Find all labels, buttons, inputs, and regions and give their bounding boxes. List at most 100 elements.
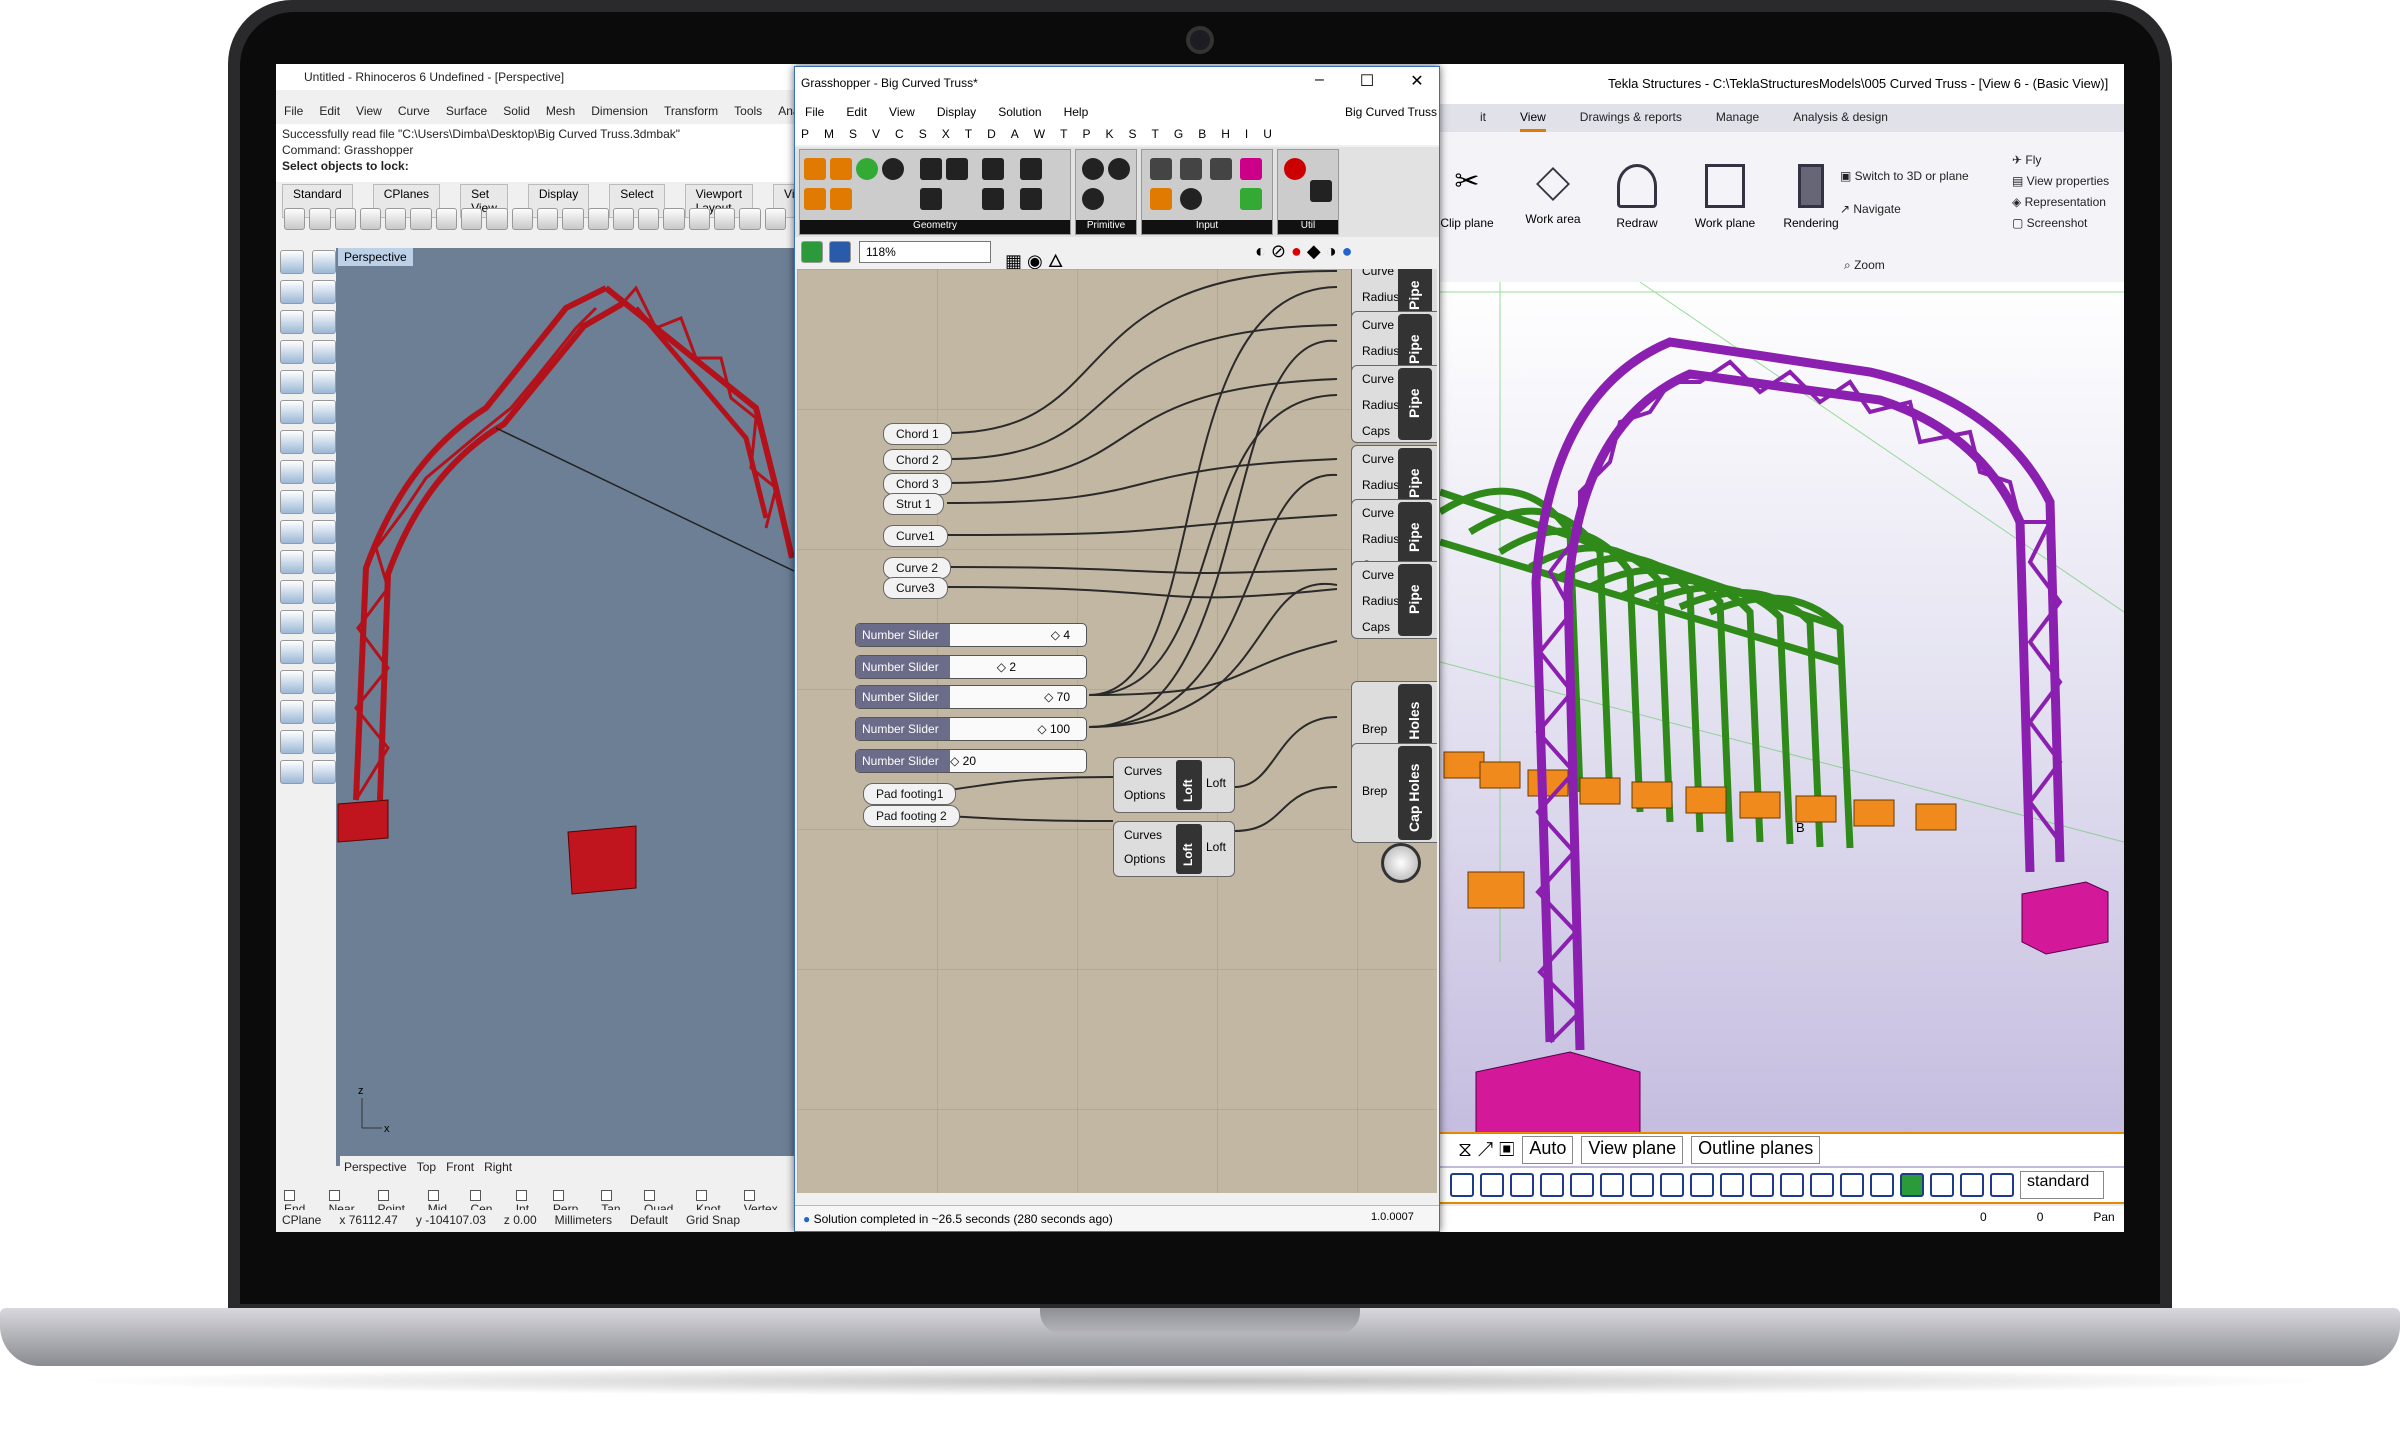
component-icon[interactable] <box>920 158 942 180</box>
sidebar-tool-icon[interactable] <box>312 490 336 514</box>
component-icon[interactable] <box>1284 158 1306 180</box>
checkbox[interactable] <box>696 1190 707 1201</box>
gh-category-1[interactable]: M <box>824 127 834 141</box>
toolbar-tool-icon[interactable] <box>714 208 736 230</box>
component-icon[interactable] <box>1310 180 1332 202</box>
component-icon[interactable] <box>1082 158 1104 180</box>
status-units[interactable]: Millimeters <box>555 1213 612 1229</box>
component-icon[interactable] <box>856 158 878 180</box>
gh-category-14[interactable]: S <box>1128 127 1136 141</box>
snap-icon-4[interactable] <box>1540 1173 1564 1197</box>
osnap-2[interactable]: Point <box>377 1188 416 1216</box>
checkbox[interactable] <box>328 1190 340 1201</box>
param-curve3[interactable]: Curve3 <box>883 577 948 599</box>
component-icon[interactable] <box>982 158 1004 180</box>
toolbar-tool-icon[interactable] <box>486 208 508 230</box>
gh-menu-3[interactable]: Display <box>937 105 976 119</box>
sidebar-tool-icon[interactable] <box>280 430 304 454</box>
gh-category-6[interactable]: X <box>942 127 950 141</box>
component-icon[interactable] <box>1180 158 1202 180</box>
snap-icon-2[interactable] <box>1480 1173 1504 1197</box>
cap-holes-component-2[interactable]: Brep Cap Holes <box>1351 743 1437 843</box>
param-chord-3[interactable]: Chord 3 <box>883 473 952 495</box>
auto-dropdown[interactable]: Auto <box>1522 1136 1574 1164</box>
sidebar-tool-icon[interactable] <box>280 490 304 514</box>
zoom-button[interactable]: ⌕ Zoom <box>1844 258 1885 273</box>
checkbox[interactable] <box>743 1190 755 1201</box>
osnap-7[interactable]: Tan <box>601 1188 632 1216</box>
snap-icon-9[interactable] <box>1690 1173 1714 1197</box>
snap-icon-13[interactable] <box>1810 1173 1834 1197</box>
checkbox[interactable] <box>377 1190 389 1201</box>
sidebar-tool-icon[interactable] <box>280 340 304 364</box>
toolbar-tool-icon[interactable] <box>638 208 660 230</box>
sidebar-tool-icon[interactable] <box>280 640 304 664</box>
snap-icon-14[interactable] <box>1840 1173 1864 1197</box>
gh-category-0[interactable]: P <box>801 127 809 141</box>
toolbar-tool-icon[interactable] <box>562 208 584 230</box>
param-curve-2[interactable]: Curve 2 <box>883 557 952 579</box>
sidebar-tool-icon[interactable] <box>312 670 336 694</box>
gh-menu-0[interactable]: File <box>805 105 824 119</box>
sidebar-tool-icon[interactable] <box>312 730 336 754</box>
sidebar-tool-icon[interactable] <box>312 580 336 604</box>
component-icon[interactable] <box>1020 188 1042 210</box>
navigate-button[interactable]: ↗ Navigate <box>1840 193 1969 226</box>
loft-component-1[interactable]: Curves Options Loft Loft <box>1113 757 1235 813</box>
snap-icon-1[interactable] <box>1450 1173 1474 1197</box>
toolbar-tool-icon[interactable] <box>359 208 382 230</box>
viewport-label[interactable]: Perspective <box>338 248 413 266</box>
osnap-10[interactable]: Vertex <box>743 1188 788 1216</box>
checkbox[interactable] <box>644 1190 655 1201</box>
snap-icon-11[interactable] <box>1750 1173 1774 1197</box>
sidebar-tool-icon[interactable] <box>312 310 336 334</box>
gh-category-20[interactable]: U <box>1263 127 1272 141</box>
sidebar-tool-icon[interactable] <box>312 760 336 784</box>
osnap-3[interactable]: Mid <box>427 1188 459 1216</box>
rhino-menu-9[interactable]: Tools <box>734 104 762 124</box>
osnap-1[interactable]: Near <box>328 1188 366 1216</box>
standard-field[interactable]: standard <box>2020 1171 2104 1199</box>
number-slider-3[interactable]: Number Slider ◇ 70 <box>855 685 1087 709</box>
sidebar-tool-icon[interactable] <box>280 550 304 574</box>
toolbar-tool-icon[interactable] <box>536 208 559 230</box>
gh-canvas[interactable]: Chord 1 Chord 2 Chord 3 Strut 1 Curve1 C… <box>797 269 1437 1193</box>
toolbar-tool-icon[interactable] <box>461 208 483 230</box>
open-icon[interactable] <box>801 241 823 263</box>
sidebar-tool-icon[interactable] <box>312 460 336 484</box>
gh-menu-1[interactable]: Edit <box>846 105 867 119</box>
osnap-4[interactable]: Cen <box>470 1188 503 1216</box>
snap-icon-19[interactable] <box>1990 1173 2014 1197</box>
screenshot-button[interactable]: ▢ Screenshot <box>2012 213 2109 234</box>
gh-category-8[interactable]: D <box>987 127 996 141</box>
component-icon[interactable] <box>804 188 826 210</box>
sidebar-tool-icon[interactable] <box>280 580 304 604</box>
snap-icon-6[interactable] <box>1600 1173 1624 1197</box>
sidebar-tool-icon[interactable] <box>280 370 304 394</box>
pipe-component-3[interactable]: Curve Radius Caps Pipe <box>1351 365 1437 443</box>
component-icon[interactable] <box>830 158 852 180</box>
toolbar-tool-icon[interactable] <box>309 208 331 230</box>
gh-category-3[interactable]: V <box>872 127 880 141</box>
gh-category-9[interactable]: A <box>1011 127 1019 141</box>
toolbar-tool-icon[interactable] <box>511 208 533 230</box>
snap-icon-15[interactable] <box>1870 1173 1894 1197</box>
viewport-tab-3[interactable]: Right <box>484 1160 512 1176</box>
snap-icon-17[interactable] <box>1930 1173 1954 1197</box>
gh-category-12[interactable]: P <box>1082 127 1090 141</box>
gh-category-10[interactable]: W <box>1034 127 1045 141</box>
gh-category-2[interactable]: S <box>849 127 857 141</box>
gh-category-11[interactable]: T <box>1060 127 1067 141</box>
checkbox[interactable] <box>470 1190 482 1201</box>
rhino-menu-1[interactable]: Edit <box>319 104 340 124</box>
pipe-component-6[interactable]: Curve Radius Caps Pipe <box>1351 561 1437 639</box>
viewport-tab-2[interactable]: Front <box>446 1160 474 1176</box>
gh-category-4[interactable]: C <box>895 127 904 141</box>
gh-category-19[interactable]: I <box>1245 127 1248 141</box>
gh-menu-4[interactable]: Solution <box>998 105 1041 119</box>
snap-icon-10[interactable] <box>1720 1173 1744 1197</box>
snap-icon-12[interactable] <box>1780 1173 1804 1197</box>
component-icon[interactable] <box>946 158 968 180</box>
viewport-tab-0[interactable]: Perspective <box>344 1160 407 1176</box>
rhino-menu-5[interactable]: Solid <box>503 104 530 124</box>
